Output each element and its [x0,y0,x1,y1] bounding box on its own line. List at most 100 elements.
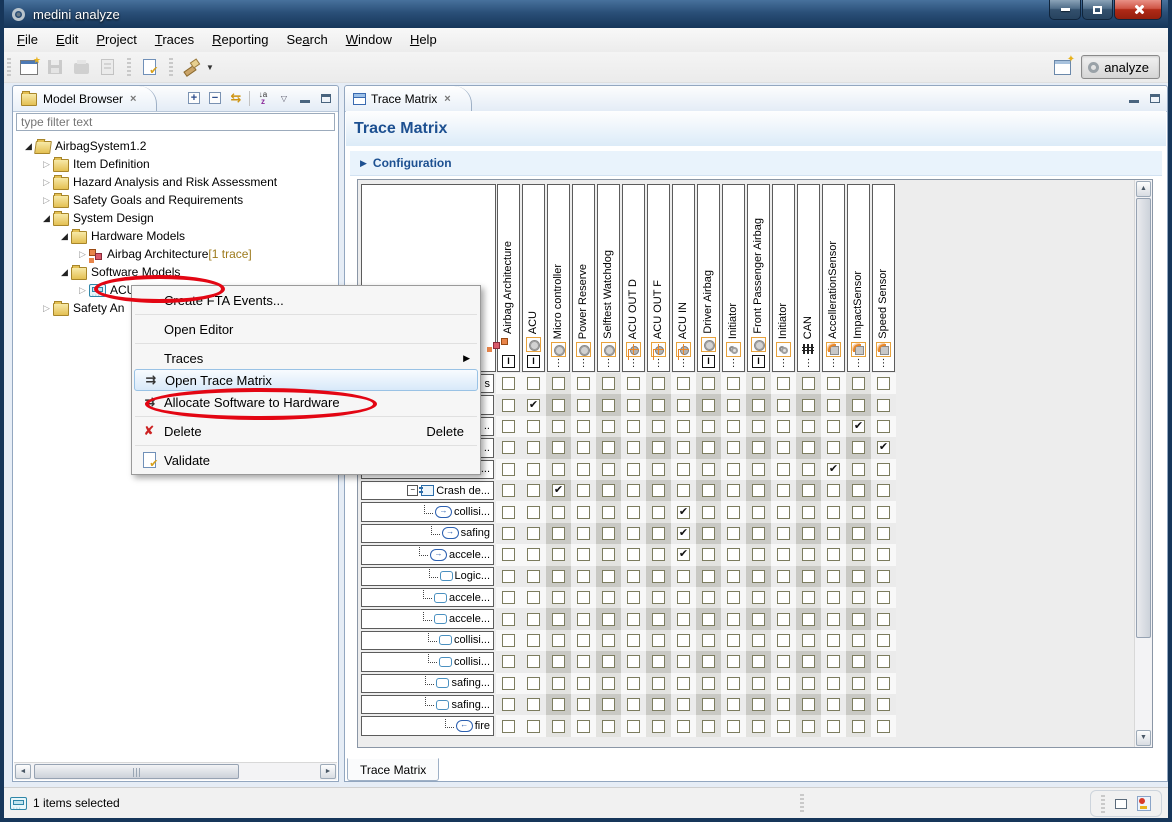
matrix-cell-r14-c1[interactable] [496,651,521,672]
checkbox[interactable] [577,720,590,733]
matrix-cell-r12-c14[interactable] [821,608,846,629]
matrix-cell-r16-c13[interactable] [796,694,821,715]
checkbox[interactable] [502,613,515,626]
matrix-cell-r3-c1[interactable] [496,416,521,437]
checkbox[interactable] [852,570,865,583]
matrix-cell-r16-c15[interactable] [846,694,871,715]
matrix-cell-r9-c3[interactable] [546,544,571,565]
matrix-cell-r7-c7[interactable] [646,501,671,522]
checkbox[interactable] [602,570,615,583]
matrix-row-header-logic-[interactable]: Logic... [361,567,494,586]
checkbox[interactable] [577,527,590,540]
matrix-cell-r4-c1[interactable] [496,437,521,458]
matrix-cell-r5-c4[interactable] [571,459,596,480]
matrix-cell-r7-c9[interactable] [696,501,721,522]
matrix-cell-r6-c14[interactable] [821,480,846,501]
matrix-cell-r2-c7[interactable] [646,394,671,415]
checkbox[interactable] [802,655,815,668]
matrix-cell-r16-c9[interactable] [696,694,721,715]
matrix-cell-r14-c7[interactable] [646,651,671,672]
matrix-cell-r9-c16[interactable] [871,544,896,565]
matrix-cell-r4-c8[interactable] [671,437,696,458]
checkbox[interactable] [577,377,590,390]
checkbox[interactable] [652,698,665,711]
matrix-cell-r7-c6[interactable] [621,501,646,522]
checkbox[interactable] [502,463,515,476]
checkbox[interactable] [602,548,615,561]
checkbox[interactable] [802,720,815,733]
checkbox[interactable] [627,720,640,733]
matrix-cell-r5-c16[interactable] [871,459,896,480]
checkbox[interactable] [577,506,590,519]
matrix-cell-r1-c9[interactable] [696,373,721,394]
checkbox[interactable] [527,591,540,604]
matrix-row-header-collisi-[interactable]: collisi... [361,652,494,671]
matrix-cell-r17-c7[interactable] [646,715,671,736]
checkbox[interactable] [577,548,590,561]
checkbox[interactable] [527,698,540,711]
matrix-cell-r15-c13[interactable] [796,673,821,694]
checkbox[interactable] [827,655,840,668]
matrix-cell-r6-c16[interactable] [871,480,896,501]
checkbox[interactable] [652,506,665,519]
matrix-cell-r1-c8[interactable] [671,373,696,394]
matrix-column-header-accellerationsensor[interactable]: AccellerationSensor⋮ [822,184,845,372]
checkbox[interactable] [727,634,740,647]
checkbox[interactable] [702,420,715,433]
checkbox[interactable] [877,527,890,540]
matrix-cell-r15-c5[interactable] [596,673,621,694]
checkbox[interactable] [502,420,515,433]
matrix-cell-r11-c5[interactable] [596,587,621,608]
brush-button[interactable] [179,55,203,79]
matrix-cell-r1-c12[interactable] [771,373,796,394]
matrix-cell-r4-c16[interactable]: ✔ [871,437,896,458]
matrix-cell-r15-c12[interactable] [771,673,796,694]
matrix-cell-r5-c15[interactable] [846,459,871,480]
checkbox[interactable] [777,399,790,412]
checkbox[interactable] [802,377,815,390]
checkbox-checked[interactable]: ✔ [527,399,540,412]
matrix-cell-r3-c12[interactable] [771,416,796,437]
matrix-cell-r7-c3[interactable] [546,501,571,522]
checkbox[interactable] [752,399,765,412]
matrix-cell-r5-c12[interactable] [771,459,796,480]
matrix-cell-r15-c6[interactable] [621,673,646,694]
matrix-cell-r16-c14[interactable] [821,694,846,715]
matrix-cell-r15-c2[interactable] [521,673,546,694]
matrix-cell-r14-c13[interactable] [796,651,821,672]
checkbox[interactable] [852,548,865,561]
matrix-cell-r5-c11[interactable] [746,459,771,480]
checkbox[interactable] [627,591,640,604]
checkbox-checked[interactable]: ✔ [877,441,890,454]
matrix-cell-r6-c15[interactable] [846,480,871,501]
checkbox[interactable] [877,506,890,519]
configuration-section[interactable]: ▶ Configuration [350,150,1162,176]
checkbox[interactable] [627,399,640,412]
checkbox[interactable] [527,420,540,433]
checkbox[interactable] [877,655,890,668]
matrix-cell-r15-c8[interactable] [671,673,696,694]
matrix-cell-r14-c8[interactable] [671,651,696,672]
matrix-cell-r3-c4[interactable] [571,416,596,437]
checkbox[interactable] [852,506,865,519]
checkbox[interactable] [577,420,590,433]
matrix-cell-r13-c16[interactable] [871,630,896,651]
checkbox[interactable] [702,591,715,604]
checkbox[interactable] [602,655,615,668]
checkbox[interactable] [827,377,840,390]
checkbox[interactable] [802,420,815,433]
checkbox[interactable] [677,463,690,476]
checkbox[interactable] [752,677,765,690]
checkbox[interactable] [802,570,815,583]
checkbox[interactable] [677,591,690,604]
section-expand-icon[interactable]: ▶ [360,158,367,169]
sort-alphabetical-icon[interactable]: ↓az [259,91,267,105]
matrix-column-header-front-passenger-airbag[interactable]: Front Passenger AirbagI [747,184,770,372]
matrix-cell-r17-c13[interactable] [796,715,821,736]
checkbox[interactable] [627,484,640,497]
checkbox[interactable] [552,677,565,690]
checkbox[interactable] [827,613,840,626]
checkbox[interactable] [702,506,715,519]
checkbox[interactable] [777,527,790,540]
checkbox[interactable] [702,677,715,690]
